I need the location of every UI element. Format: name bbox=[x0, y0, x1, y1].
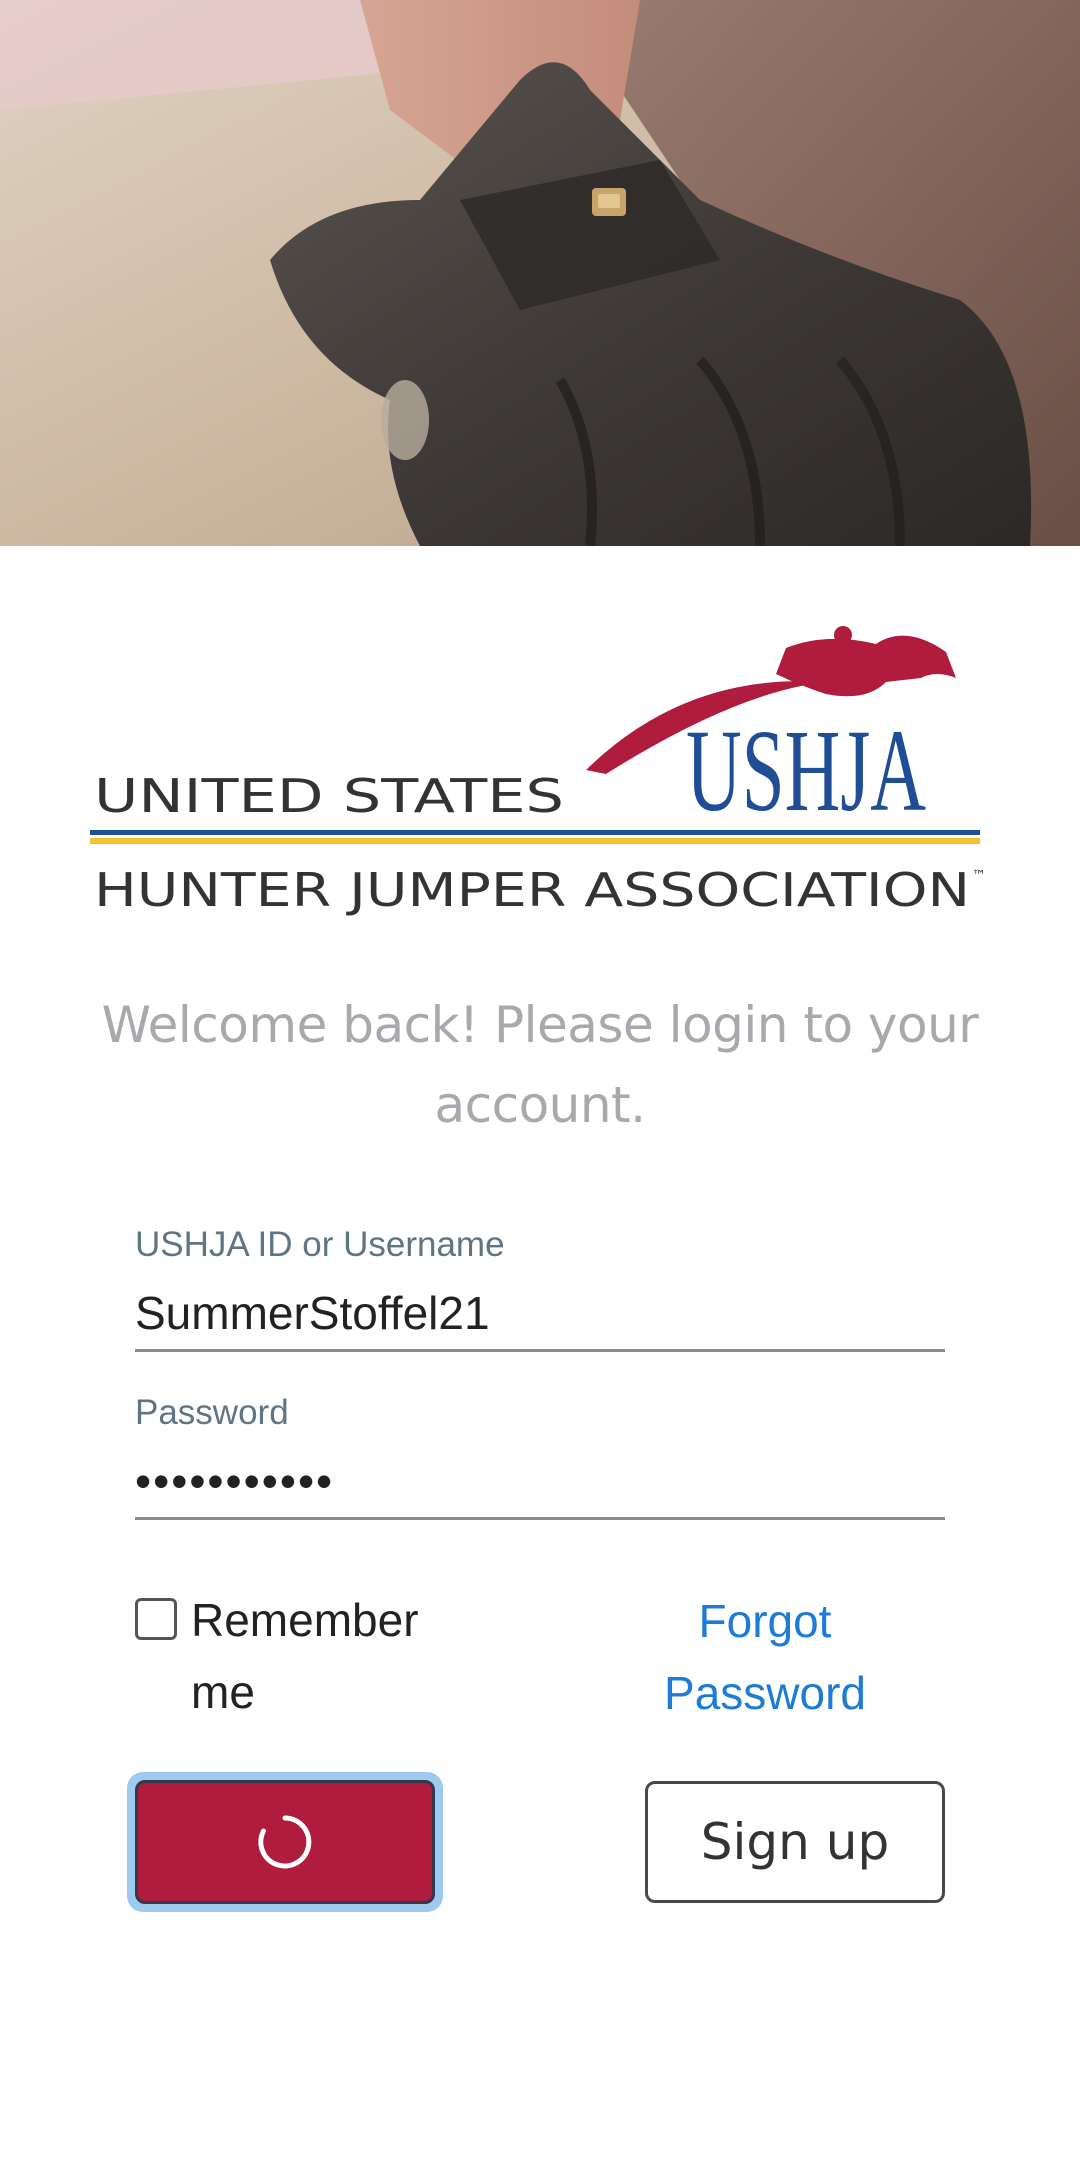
hero-photo bbox=[0, 0, 1080, 546]
ushja-logo: USHJA UNITED STATES HUNTER JUMPER ASSOCI… bbox=[86, 612, 996, 922]
trademark-mark: ™ bbox=[972, 868, 986, 884]
remember-me-checkbox[interactable] bbox=[135, 1598, 177, 1640]
loading-spinner-icon bbox=[258, 1815, 312, 1869]
sign-up-button[interactable]: Sign up bbox=[645, 1781, 945, 1903]
logo-line-2: HUNTER JUMPER ASSOCIATION bbox=[94, 863, 970, 917]
login-button[interactable] bbox=[127, 1772, 443, 1912]
login-button-face[interactable] bbox=[135, 1780, 435, 1904]
remember-me[interactable]: Remember me bbox=[135, 1590, 455, 1728]
gloved-hand-image bbox=[0, 0, 1080, 546]
remember-me-label: Remember me bbox=[191, 1594, 419, 1718]
logo-mark: USHJA bbox=[686, 705, 926, 836]
username-label: USHJA ID or Username bbox=[135, 1225, 505, 1264]
ushja-logo-image: USHJA UNITED STATES HUNTER JUMPER ASSOCI… bbox=[90, 626, 986, 917]
logo-line-1: UNITED STATES bbox=[94, 769, 564, 823]
password-input[interactable] bbox=[135, 1445, 945, 1520]
login-screen: USHJA UNITED STATES HUNTER JUMPER ASSOCI… bbox=[0, 0, 1080, 2178]
username-field: USHJA ID or Username bbox=[135, 1225, 945, 1352]
username-input[interactable] bbox=[135, 1277, 945, 1352]
welcome-message: Welcome back! Please login to your accou… bbox=[101, 996, 979, 1134]
password-field: Password bbox=[135, 1393, 945, 1520]
password-label: Password bbox=[135, 1393, 289, 1432]
forgot-password-link[interactable]: Forgot Password bbox=[630, 1585, 900, 1729]
